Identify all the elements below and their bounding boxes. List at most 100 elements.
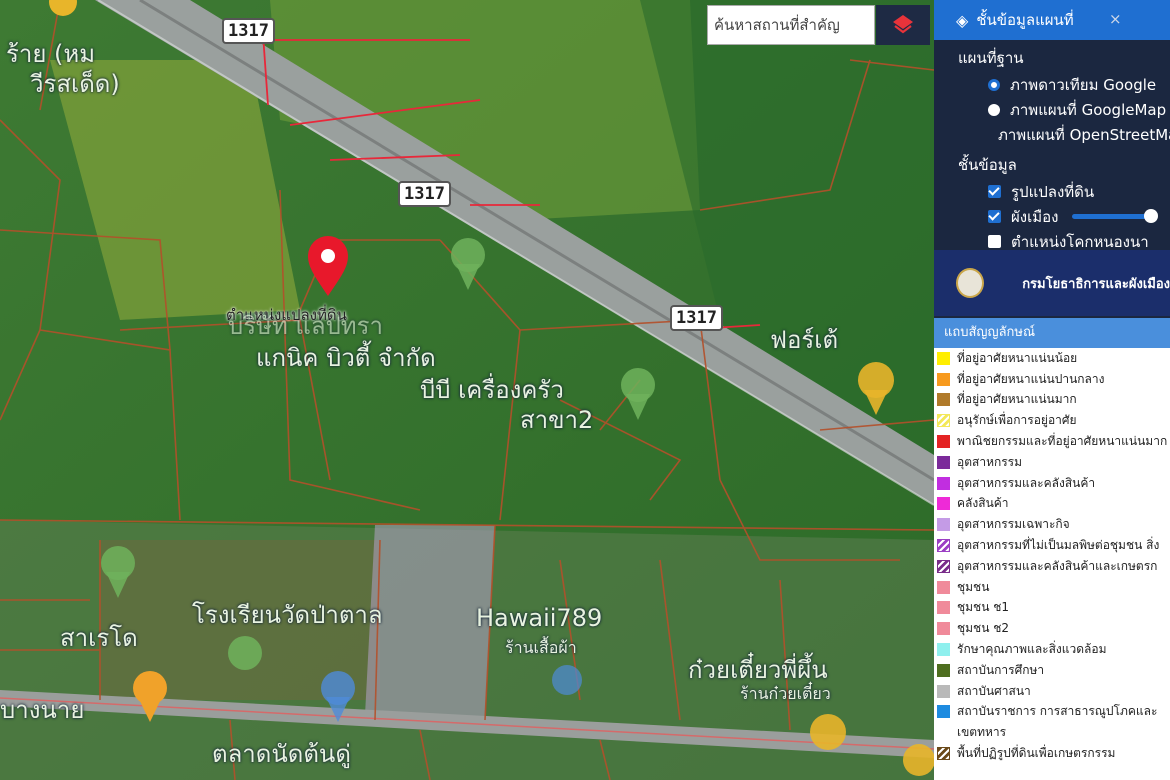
legend-item: อนุรักษ์เพื่อการอยู่อาศัย [934,410,1170,431]
legend-label: ที่อยู่อาศัยหนาแน่นน้อย [957,350,1078,365]
legend-item: ชุมชน ช1 [934,598,1170,619]
legend-swatch [937,601,950,615]
layer-toggle-parcels[interactable]: รูปแปลงที่ดิน [934,179,1170,204]
legend-label: ที่อยู่อาศัยหนาแน่นปานกลาง [957,371,1105,386]
layers-icon [893,15,913,34]
department-banner: กรมโยธาธิการและผังเมือง [934,250,1170,316]
legend-item: พาณิชยกรรมและที่อยู่อาศัยหนาแน่นมาก [934,431,1170,452]
road-shield: 1317 [222,18,275,44]
layer-toggle-cityplan[interactable]: ผังเมือง [934,204,1170,229]
legend-swatch [937,559,950,573]
cityplan-opacity-slider[interactable] [1072,209,1159,223]
radio-selected-icon[interactable] [988,78,1000,91]
legend-label: สถาบันราชการ การสาธารณูปโภคและ [957,704,1158,719]
legend-item: อุตสาหกรรมและคลังสินค้า [934,473,1170,494]
legend-label: พาณิชยกรรมและที่อยู่อาศัยหนาแน่นมาก [957,434,1168,449]
legend-item: อุตสาหกรรมเฉพาะกิจ [934,514,1170,535]
legend-swatch [937,497,950,511]
legend-item: ที่อยู่อาศัยหนาแน่นปานกลาง [934,369,1170,390]
basemap-option-googlemap[interactable]: ภาพแผนที่ GoogleMap [934,97,1170,122]
legend-swatch [937,351,950,365]
legend-label: เขตทหาร [957,725,1007,740]
road-shield: 1317 [398,181,451,207]
legend-label: อุตสาหกรรมและคลังสินค้า [957,475,1096,490]
legend-label: สถาบันศาสนา [957,683,1031,698]
legend-label: ชุมชน [957,579,990,594]
legend-label: อุตสาหกรรม [957,454,1023,469]
legend-item: อุตสาหกรรมที่ไม่เป็นมลพิษต่อชุมชน สิ่ง [934,535,1170,556]
legend-swatch [937,393,950,407]
legend-swatch [937,414,950,428]
legend-swatch [937,705,950,719]
map-label: ร้านเสื้อผ้า [505,638,577,657]
basemap-option-openstreetmap[interactable]: ภาพแผนที่ OpenStreetMap [934,122,1170,147]
panel-header: ◈ ชั้นข้อมูลแผนที่ [934,0,1170,40]
legend-item: คลังสินค้า [934,494,1170,515]
legend-item: ชุมชน ช2 [934,618,1170,639]
road-shield: 1317 [670,305,723,331]
legend-label: อนุรักษ์เพื่อการอยู่อาศัย [957,413,1077,428]
map-label: ตลาดนัดต้นดู่ [212,740,351,768]
layers-icon: ◈ [956,10,969,30]
basemap-option-google-satellite[interactable]: ภาพดาวเทียม Google [934,72,1170,97]
legend-swatch [937,622,950,636]
legend-item: สถาบันการศึกษา [934,660,1170,681]
checkbox-checked-icon[interactable] [988,210,1001,223]
checkbox-icon[interactable] [988,235,1001,248]
map-label: สาเรโด [60,624,138,652]
legend-swatch [937,372,950,386]
map-layers-panel: ◈ ชั้นข้อมูลแผนที่ × แผนที่ฐาน ภาพดาวเที… [934,0,1170,780]
legend-label: คลังสินค้า [957,496,1009,511]
legend-swatch [937,518,950,532]
radio-icon[interactable] [988,103,1000,116]
legend-label: อุตสาหกรรมที่ไม่เป็นมลพิษต่อชุมชน สิ่ง [957,538,1160,553]
legend: แถบสัญญลักษณ์ ที่อยู่อาศัยหนาแน่นน้อย ที่… [934,318,1170,780]
legend-swatch [937,435,950,449]
department-name: กรมโยธาธิการและผังเมือง [1022,276,1170,292]
legend-item: ที่อยู่อาศัยหนาแน่นมาก [934,390,1170,411]
legend-swatch [937,476,950,490]
legend-swatch [937,747,950,761]
legend-label: ที่อยู่อาศัยหนาแน่นมาก [957,392,1077,407]
map-label: สาขา2 [520,406,594,434]
close-icon[interactable]: × [1109,10,1122,28]
legend-item: รักษาคุณภาพและสิ่งแวดล้อม [934,639,1170,660]
legend-title: แถบสัญญลักษณ์ [934,318,1170,348]
legend-swatch [937,580,950,594]
legend-swatch [937,726,950,739]
map-label: โรงเรียนวัดป่าตาล [192,601,383,629]
legend-item: เขตทหาร [934,722,1170,743]
map-label: ร้านก๋วยเตี๋ยว [740,684,831,703]
legend-label: ชุมชน ช1 [957,600,1009,615]
map-label: วีรสเด็ด) [30,70,120,98]
search-input[interactable] [708,6,874,44]
legend-swatch [937,663,950,677]
legend-label: อุตสาหกรรมและคลังสินค้าและเกษตรก [957,558,1158,573]
place-search-box[interactable] [707,5,875,45]
legend-item: สถาบันศาสนา [934,681,1170,702]
legend-item: อุตสาหกรรม [934,452,1170,473]
layers-toggle-button[interactable] [876,5,930,45]
legend-label: ชุมชน ช2 [957,621,1009,636]
legend-swatch [937,539,950,553]
legend-item: สถาบันราชการ การสาธารณูปโภคและ [934,702,1170,723]
basemap-heading: แผนที่ฐาน [958,49,1024,67]
legend-label: รักษาคุณภาพและสิ่งแวดล้อม [957,642,1107,657]
legend-list: ที่อยู่อาศัยหนาแน่นน้อยที่อยู่อาศัยหนาแน… [934,348,1170,764]
panel-title: ชั้นข้อมูลแผนที่ [976,11,1074,29]
department-seal-icon [956,268,985,298]
map-canvas[interactable]: 1317 1317 1317 ตำแหน่งแปลงที่ดิน ร้าย (ห… [0,0,934,780]
slider-handle[interactable] [1144,209,1159,223]
legend-label: สถาบันการศึกษา [957,662,1045,677]
legend-item: ชุมชน [934,577,1170,598]
legend-swatch [937,643,950,657]
legend-swatch [937,684,950,698]
checkbox-checked-icon[interactable] [988,185,1001,198]
map-label: Hawaii789 [476,604,603,632]
legend-label: พื้นที่ปฏิรูปที่ดินเพื่อเกษตรกรรม [957,746,1116,761]
legend-item: อุตสาหกรรมและคลังสินค้าและเกษตรก [934,556,1170,577]
map-label: ฟอร์เต้ [770,326,839,354]
map-label: บางนาย [0,696,85,724]
map-label: แกนิค บิวตี้ จำกัด [256,344,436,372]
legend-swatch [937,455,950,469]
